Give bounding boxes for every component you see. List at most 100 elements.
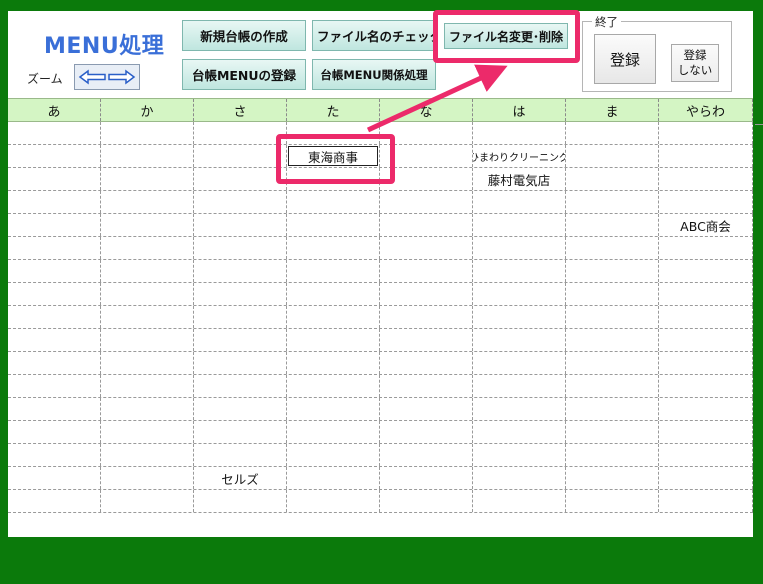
grid-cell[interactable] <box>8 467 101 489</box>
grid-cell[interactable] <box>473 421 566 443</box>
grid-cell[interactable] <box>380 237 473 259</box>
grid-cell[interactable] <box>194 283 287 305</box>
grid-cell[interactable] <box>194 306 287 328</box>
grid-cell[interactable] <box>473 283 566 305</box>
grid-cell[interactable] <box>8 214 101 236</box>
grid-cell[interactable] <box>8 237 101 259</box>
grid-cell[interactable] <box>659 490 753 512</box>
grid-cell[interactable] <box>101 145 194 167</box>
grid-cell[interactable] <box>194 191 287 213</box>
grid-cell[interactable] <box>473 467 566 489</box>
grid-cell[interactable] <box>566 467 659 489</box>
grid-cell[interactable] <box>473 214 566 236</box>
grid-cell[interactable] <box>287 329 380 351</box>
grid-cell[interactable] <box>380 352 473 374</box>
grid-cell[interactable] <box>659 260 753 282</box>
grid-cell[interactable] <box>101 421 194 443</box>
grid-cell[interactable] <box>659 421 753 443</box>
grid-cell[interactable] <box>8 444 101 466</box>
grid-cell[interactable] <box>8 168 101 190</box>
grid-cell[interactable] <box>194 444 287 466</box>
grid-cell[interactable] <box>659 375 753 397</box>
grid-cell[interactable] <box>566 490 659 512</box>
grid-cell[interactable] <box>287 490 380 512</box>
grid-cell[interactable] <box>566 283 659 305</box>
grid-cell[interactable] <box>287 467 380 489</box>
zoom-button[interactable] <box>74 64 140 90</box>
grid-cell[interactable] <box>101 352 194 374</box>
grid-cell[interactable] <box>473 375 566 397</box>
grid-cell[interactable] <box>8 352 101 374</box>
grid-cell[interactable] <box>101 398 194 420</box>
grid-cell[interactable] <box>380 329 473 351</box>
grid-cell[interactable]: ひまわりクリーニング <box>473 145 566 167</box>
grid-cell[interactable] <box>659 329 753 351</box>
grid-cell[interactable] <box>287 421 380 443</box>
grid-cell[interactable] <box>566 122 659 144</box>
grid-cell[interactable] <box>473 306 566 328</box>
grid-cell[interactable] <box>566 352 659 374</box>
grid-cell[interactable] <box>659 145 753 167</box>
grid-cell[interactable] <box>287 444 380 466</box>
grid-cell[interactable] <box>101 444 194 466</box>
grid-cell[interactable] <box>566 237 659 259</box>
grid-cell[interactable] <box>473 490 566 512</box>
grid-cell[interactable] <box>380 421 473 443</box>
grid-cell[interactable] <box>566 191 659 213</box>
grid-cell[interactable] <box>8 329 101 351</box>
grid-cell[interactable] <box>566 444 659 466</box>
grid-cell[interactable] <box>473 260 566 282</box>
grid-cell[interactable] <box>473 237 566 259</box>
grid-cell[interactable] <box>8 306 101 328</box>
grid-cell[interactable] <box>287 191 380 213</box>
grid-cell[interactable] <box>287 260 380 282</box>
grid-cell[interactable] <box>566 260 659 282</box>
grid-cell[interactable] <box>566 398 659 420</box>
grid-cell[interactable] <box>194 145 287 167</box>
grid-cell[interactable] <box>287 214 380 236</box>
grid-cell[interactable] <box>380 444 473 466</box>
grid-cell[interactable] <box>194 122 287 144</box>
grid-cell[interactable] <box>8 398 101 420</box>
grid-cell[interactable] <box>380 191 473 213</box>
grid-cell[interactable] <box>566 214 659 236</box>
grid-cell[interactable] <box>101 329 194 351</box>
no-register-button[interactable]: 登録 しない <box>671 44 719 82</box>
grid-cell[interactable] <box>194 214 287 236</box>
grid-cell[interactable]: 藤村電気店 <box>473 168 566 190</box>
grid-cell[interactable] <box>8 283 101 305</box>
grid-cell[interactable] <box>659 306 753 328</box>
grid-cell[interactable] <box>287 237 380 259</box>
grid-cell[interactable] <box>659 444 753 466</box>
register-button[interactable]: 登録 <box>594 34 656 84</box>
grid-cell[interactable] <box>659 283 753 305</box>
grid-cell[interactable] <box>101 283 194 305</box>
grid-cell[interactable] <box>8 122 101 144</box>
grid-cell[interactable] <box>8 260 101 282</box>
menu-related-button[interactable]: 台帳MENU関係処理 <box>312 59 436 90</box>
grid-cell[interactable] <box>380 214 473 236</box>
grid-cell[interactable] <box>380 375 473 397</box>
grid-cell[interactable] <box>659 237 753 259</box>
grid-cell[interactable] <box>194 352 287 374</box>
grid-cell[interactable] <box>659 352 753 374</box>
grid-cell[interactable] <box>8 145 101 167</box>
grid-cell[interactable] <box>380 398 473 420</box>
grid-cell[interactable] <box>380 467 473 489</box>
grid-cell[interactable] <box>659 191 753 213</box>
grid-cell[interactable] <box>194 375 287 397</box>
grid-cell[interactable] <box>194 237 287 259</box>
grid-cell[interactable] <box>473 191 566 213</box>
grid-cell[interactable] <box>8 375 101 397</box>
grid-cell[interactable] <box>194 421 287 443</box>
grid-cell[interactable] <box>566 421 659 443</box>
grid-cell[interactable] <box>287 283 380 305</box>
grid-cell[interactable] <box>101 375 194 397</box>
grid-cell[interactable] <box>101 191 194 213</box>
grid-cell[interactable] <box>380 283 473 305</box>
grid-cell[interactable] <box>659 467 753 489</box>
grid-cell[interactable] <box>659 168 753 190</box>
grid-cell[interactable] <box>473 444 566 466</box>
grid-cell[interactable] <box>194 398 287 420</box>
grid-cell[interactable] <box>473 352 566 374</box>
